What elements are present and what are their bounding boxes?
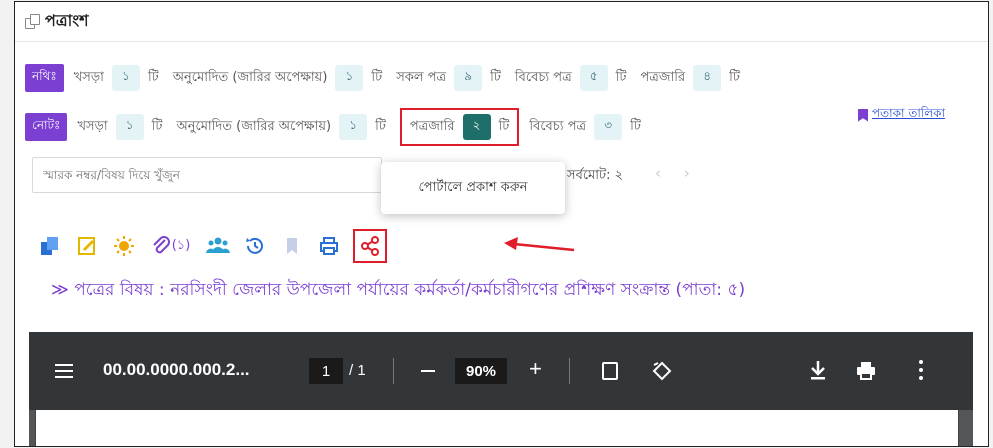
note-tag: নোটঃ <box>25 113 68 141</box>
flag-list-label[interactable]: পতাকা তালিকা <box>872 105 945 125</box>
nothi-approved-count[interactable]: ১ <box>335 65 364 91</box>
users-icon[interactable] <box>203 232 233 260</box>
pdf-page-input[interactable]: 1 <box>309 358 343 384</box>
note-considerable-count[interactable]: ৩ <box>594 114 623 140</box>
total-count: সর্বমোট: ২ <box>567 168 624 183</box>
print-icon[interactable] <box>314 232 344 260</box>
nothi-draft-label[interactable]: খসড়া <box>74 68 104 89</box>
nothi-tag: নথিঃ <box>25 64 64 92</box>
note-approved-count[interactable]: ১ <box>339 114 368 140</box>
pdf-zoom-level[interactable]: 90% <box>455 358 507 384</box>
search-input[interactable] <box>32 157 382 193</box>
zoom-out-button[interactable] <box>421 370 435 372</box>
flag-icon <box>858 108 868 122</box>
nothi-draft-count[interactable]: ১ <box>111 65 140 91</box>
copy-icon[interactable] <box>35 232 65 260</box>
note-draft-count[interactable]: ১ <box>115 114 144 140</box>
pointer-arrow <box>504 237 575 252</box>
letter-toolbar: (১) <box>35 229 394 263</box>
nothi-considerable-count[interactable]: ৫ <box>579 65 608 91</box>
attachment-icon <box>152 236 170 254</box>
letter-subject: ≫ পত্রের বিষয় : নরসিংদী জেলার উপজেলা পর… <box>51 280 746 300</box>
pdf-page <box>35 410 959 446</box>
edit-icon[interactable] <box>72 232 102 260</box>
nothi-draft-unit: টি <box>147 69 159 85</box>
note-draft-label[interactable]: খসড়া <box>77 117 107 138</box>
nothi-all-letters-unit: টি <box>490 69 501 85</box>
nothi-issued-unit: টি <box>729 69 740 85</box>
zoom-in-button[interactable]: + <box>529 356 542 382</box>
note-approved-unit: টি <box>375 118 386 134</box>
nothi-approved-unit: টি <box>371 69 383 85</box>
nothi-all-letters-label[interactable]: সকল পত্র <box>396 68 446 89</box>
pdf-separator <box>569 358 570 384</box>
rotate-icon[interactable] <box>651 360 673 382</box>
note-issued-highlight[interactable]: পত্রজারি ২ টি <box>399 108 520 146</box>
share-tooltip: পোর্টালে প্রকাশ করুন <box>381 162 565 214</box>
note-considerable-unit: টি <box>630 118 641 134</box>
copy-icon <box>25 13 41 30</box>
note-issued-unit: টি <box>498 118 510 134</box>
more-options-icon[interactable] <box>919 360 923 380</box>
attachment-count: (১) <box>171 237 191 253</box>
nothi-issued-label[interactable]: পত্রজারি <box>640 68 685 89</box>
nothi-considerable-label[interactable]: বিবেচ্য পত্র <box>515 68 572 89</box>
panel-title: পত্রাংশ <box>45 11 89 30</box>
panel-header: পত্রাংশ <box>15 2 988 42</box>
nothi-issued-count[interactable]: ৪ <box>693 65 722 91</box>
flag-list-link[interactable]: পতাকা তালিকা <box>858 105 945 125</box>
nothi-stats-row: নথিঃ খসড়া ১ টি অনুমোদিত (জারির অপেক্ষায… <box>25 64 754 92</box>
nothi-all-letters-count[interactable]: ৯ <box>454 65 483 91</box>
nothi-considerable-unit: টি <box>615 69 627 85</box>
pdf-print-icon[interactable] <box>855 361 877 381</box>
download-icon[interactable] <box>808 359 828 381</box>
note-issued-count[interactable]: ২ <box>462 114 491 140</box>
pager: ‹ › <box>655 164 708 182</box>
pdf-separator <box>393 358 394 384</box>
pdf-toolbar: 00.00.0000.000.2... 1 / 1 90% + <box>29 332 973 412</box>
share-icon <box>361 236 379 256</box>
next-page-button[interactable]: › <box>684 164 690 182</box>
note-stats-row: নোটঃ খসড়া ১ টি অনুমোদিত (জারির অপেক্ষায… <box>25 108 655 146</box>
pdf-page-total: / 1 <box>349 362 366 379</box>
pdf-filename: 00.00.0000.000.2... <box>103 360 250 379</box>
note-considerable-label[interactable]: বিবেচ্য পত্র <box>529 117 586 138</box>
note-approved-label[interactable]: অনুমোদিত (জারির অপেক্ষায়) <box>176 117 331 138</box>
note-draft-unit: টি <box>151 118 163 134</box>
note-issued-label[interactable]: পত্রজারি <box>410 117 455 138</box>
share-button[interactable] <box>353 229 387 263</box>
bookmark-icon[interactable] <box>277 232 307 260</box>
letters-panel: পত্রাংশ নথিঃ খসড়া ১ টি অনুমোদিত (জারির … <box>14 1 989 447</box>
nothi-approved-label[interactable]: অনুমোদিত (জারির অপেক্ষায়) <box>173 68 328 89</box>
history-icon[interactable] <box>240 232 270 260</box>
attachment-button[interactable]: (১) <box>146 232 196 260</box>
menu-icon[interactable] <box>55 364 73 378</box>
fit-page-icon[interactable] <box>602 362 618 380</box>
sun-icon[interactable] <box>109 232 139 260</box>
prev-page-button[interactable]: ‹ <box>655 164 661 182</box>
